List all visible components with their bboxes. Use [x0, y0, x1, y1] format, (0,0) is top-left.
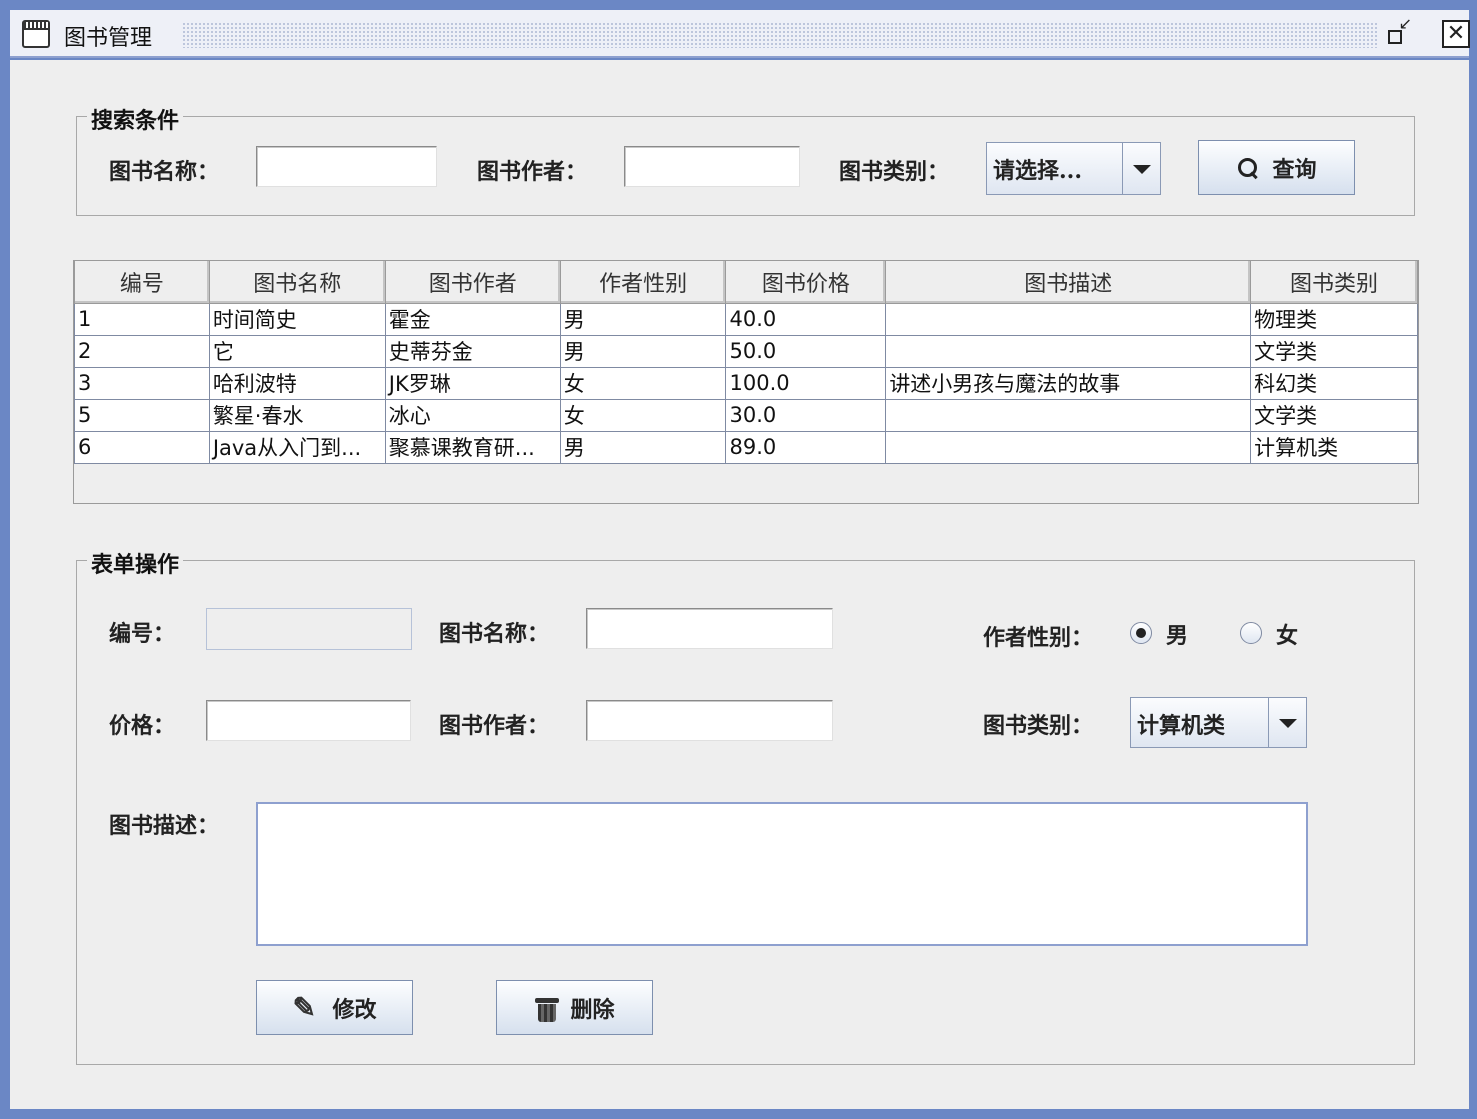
table-cell[interactable]: 物理类: [1250, 302, 1418, 336]
search-type-label: 图书类别：: [839, 159, 950, 185]
column-header[interactable]: 图书描述: [885, 261, 1252, 304]
form-price-input[interactable]: [206, 700, 411, 741]
form-name-input[interactable]: [586, 608, 833, 649]
table-cell[interactable]: JK罗琳: [384, 366, 561, 400]
table-row[interactable]: 5 繁星·春水 冰心 女 30.0 文学类: [74, 398, 1418, 432]
delete-button[interactable]: 删除: [496, 980, 653, 1035]
table-cell[interactable]: 5: [74, 398, 210, 432]
form-author-input[interactable]: [586, 700, 833, 741]
table-row[interactable]: 6 Java从入门到... 聚慕课教育研... 男 89.0 计算机类: [74, 430, 1418, 464]
table-cell[interactable]: 时间简史: [208, 302, 386, 336]
search-name-label: 图书名称：: [109, 159, 220, 185]
table-cell[interactable]: 1: [74, 302, 210, 336]
search-name-input[interactable]: [256, 146, 437, 187]
main-panel: 搜索条件 图书名称： 图书作者： 图书类别： 请选择... 查询 编号 图书名称…: [10, 60, 1469, 1109]
table-header-row: 编号 图书名称 图书作者 作者性别 图书价格 图书描述 图书类别: [74, 261, 1418, 304]
query-button-label: 查询: [1272, 156, 1317, 183]
search-author-label: 图书作者：: [477, 159, 588, 185]
books-table[interactable]: 编号 图书名称 图书作者 作者性别 图书价格 图书描述 图书类别 1 时间简史 …: [73, 260, 1419, 504]
form-type-select[interactable]: 计算机类: [1130, 697, 1307, 748]
trash-icon: [534, 996, 560, 1022]
table-cell[interactable]: 它: [208, 334, 386, 368]
gender-female-radio[interactable]: [1240, 622, 1262, 644]
search-author-input[interactable]: [624, 146, 800, 187]
form-id-label: 编号：: [109, 621, 176, 647]
table-cell[interactable]: 50.0: [725, 334, 887, 368]
table-cell[interactable]: 男: [559, 430, 727, 464]
table-cell[interactable]: 3: [74, 366, 210, 400]
column-header[interactable]: 图书价格: [725, 261, 887, 304]
table-cell[interactable]: 男: [559, 302, 727, 336]
form-id-field: [206, 608, 412, 650]
table-cell[interactable]: 100.0: [725, 366, 887, 400]
restore-icon[interactable]: [1384, 14, 1412, 48]
form-type-label: 图书类别：: [983, 713, 1094, 739]
title-bar-texture: [182, 22, 1378, 48]
chevron-down-icon[interactable]: [1122, 143, 1160, 194]
table-cell[interactable]: 史蒂芬金: [384, 334, 561, 368]
column-header[interactable]: 图书名称: [208, 261, 386, 304]
gender-male-radio[interactable]: [1130, 622, 1152, 644]
table-cell[interactable]: [885, 398, 1252, 432]
table-cell[interactable]: 6: [74, 430, 210, 464]
delete-button-label: 删除: [570, 996, 615, 1023]
form-desc-textarea[interactable]: [256, 802, 1308, 946]
window-title: 图书管理: [64, 20, 159, 52]
column-header[interactable]: 编号: [74, 261, 210, 304]
table-row[interactable]: 1 时间简史 霍金 男 40.0 物理类: [74, 302, 1418, 336]
query-button[interactable]: 查询: [1198, 140, 1355, 195]
window-frame: 图书管理 ✕ 搜索条件 图书名称： 图书作者： 图书类别： 请选择... 查询: [0, 0, 1477, 1119]
form-author-label: 图书作者：: [439, 713, 550, 739]
table-cell[interactable]: 计算机类: [1250, 430, 1418, 464]
gender-male-label[interactable]: 男: [1166, 618, 1188, 650]
window-icon: [22, 20, 50, 48]
form-gender-label: 作者性别：: [983, 625, 1094, 651]
close-icon[interactable]: ✕: [1442, 20, 1470, 48]
chevron-down-icon[interactable]: [1268, 698, 1306, 747]
table-cell[interactable]: 89.0: [725, 430, 887, 464]
search-icon: [1236, 156, 1260, 180]
form-desc-label: 图书描述：: [109, 813, 220, 839]
table-cell[interactable]: [885, 430, 1252, 464]
table-cell[interactable]: 2: [74, 334, 210, 368]
form-type-value: 计算机类: [1137, 713, 1226, 739]
table-cell[interactable]: 霍金: [384, 302, 561, 336]
search-type-value: 请选择...: [993, 158, 1082, 184]
search-type-select[interactable]: 请选择...: [986, 142, 1161, 195]
table-cell[interactable]: [885, 334, 1252, 368]
table-cell[interactable]: [885, 302, 1252, 336]
table-row[interactable]: 2 它 史蒂芬金 男 50.0 文学类: [74, 334, 1418, 368]
table-cell[interactable]: 讲述小男孩与魔法的故事: [885, 366, 1252, 400]
gender-female-label[interactable]: 女: [1276, 618, 1298, 650]
table-cell[interactable]: 冰心: [384, 398, 561, 432]
column-header[interactable]: 作者性别: [559, 261, 727, 304]
table-cell[interactable]: Java从入门到...: [208, 430, 386, 464]
column-header[interactable]: 图书类别: [1250, 261, 1418, 304]
books-table-grid: 编号 图书名称 图书作者 作者性别 图书价格 图书描述 图书类别 1 时间简史 …: [74, 261, 1418, 464]
form-price-label: 价格：: [109, 713, 176, 739]
table-cell[interactable]: 聚慕课教育研...: [384, 430, 561, 464]
search-group-title: 搜索条件: [87, 103, 184, 135]
table-cell[interactable]: 科幻类: [1250, 366, 1418, 400]
table-cell[interactable]: 40.0: [725, 302, 887, 336]
table-cell[interactable]: 女: [559, 398, 727, 432]
title-bar[interactable]: 图书管理 ✕: [10, 10, 1470, 58]
edit-icon: ✎: [292, 990, 316, 1024]
form-group-title: 表单操作: [87, 547, 184, 579]
table-cell[interactable]: 女: [559, 366, 727, 400]
table-cell[interactable]: 哈利波特: [208, 366, 386, 400]
column-header[interactable]: 图书作者: [384, 261, 561, 304]
table-cell[interactable]: 30.0: [725, 398, 887, 432]
modify-button-label: 修改: [332, 996, 377, 1023]
table-cell[interactable]: 男: [559, 334, 727, 368]
table-row[interactable]: 3 哈利波特 JK罗琳 女 100.0 讲述小男孩与魔法的故事 科幻类: [74, 366, 1418, 400]
form-name-label: 图书名称：: [439, 621, 550, 647]
table-cell[interactable]: 文学类: [1250, 334, 1418, 368]
table-cell[interactable]: 繁星·春水: [208, 398, 386, 432]
table-cell[interactable]: 文学类: [1250, 398, 1418, 432]
modify-button[interactable]: ✎ 修改: [256, 980, 413, 1035]
